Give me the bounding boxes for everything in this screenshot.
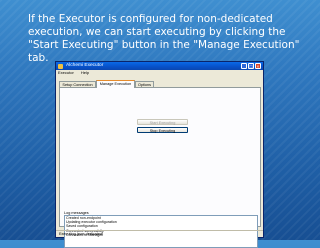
executor-window: Alchemi Executor _ □ × Executor Help Set…	[55, 61, 264, 248]
title-bar[interactable]: Alchemi Executor _ □ ×	[56, 62, 263, 70]
start-executing-button[interactable]: Start Executing	[137, 119, 188, 125]
app-icon	[58, 63, 63, 69]
manage-execution-panel: Start Executing Stop Executing Log messa…	[59, 87, 261, 248]
tab-manage-execution[interactable]: Manage Execution	[96, 80, 135, 88]
window-title: Alchemi Executor	[66, 63, 104, 68]
minimize-icon[interactable]: _	[241, 63, 247, 69]
slide-caption: If the Executor is configured for non-de…	[28, 13, 300, 64]
close-icon[interactable]: ×	[255, 63, 261, 69]
maximize-icon[interactable]: □	[248, 63, 254, 69]
menu-executor[interactable]: Executor	[58, 70, 74, 75]
status-bar: Executing (non-dedicated)	[56, 230, 263, 237]
menu-bar: Executor Help	[56, 70, 263, 76]
stop-executing-button[interactable]: Stop Executing	[137, 127, 188, 133]
menu-help[interactable]: Help	[81, 70, 89, 75]
